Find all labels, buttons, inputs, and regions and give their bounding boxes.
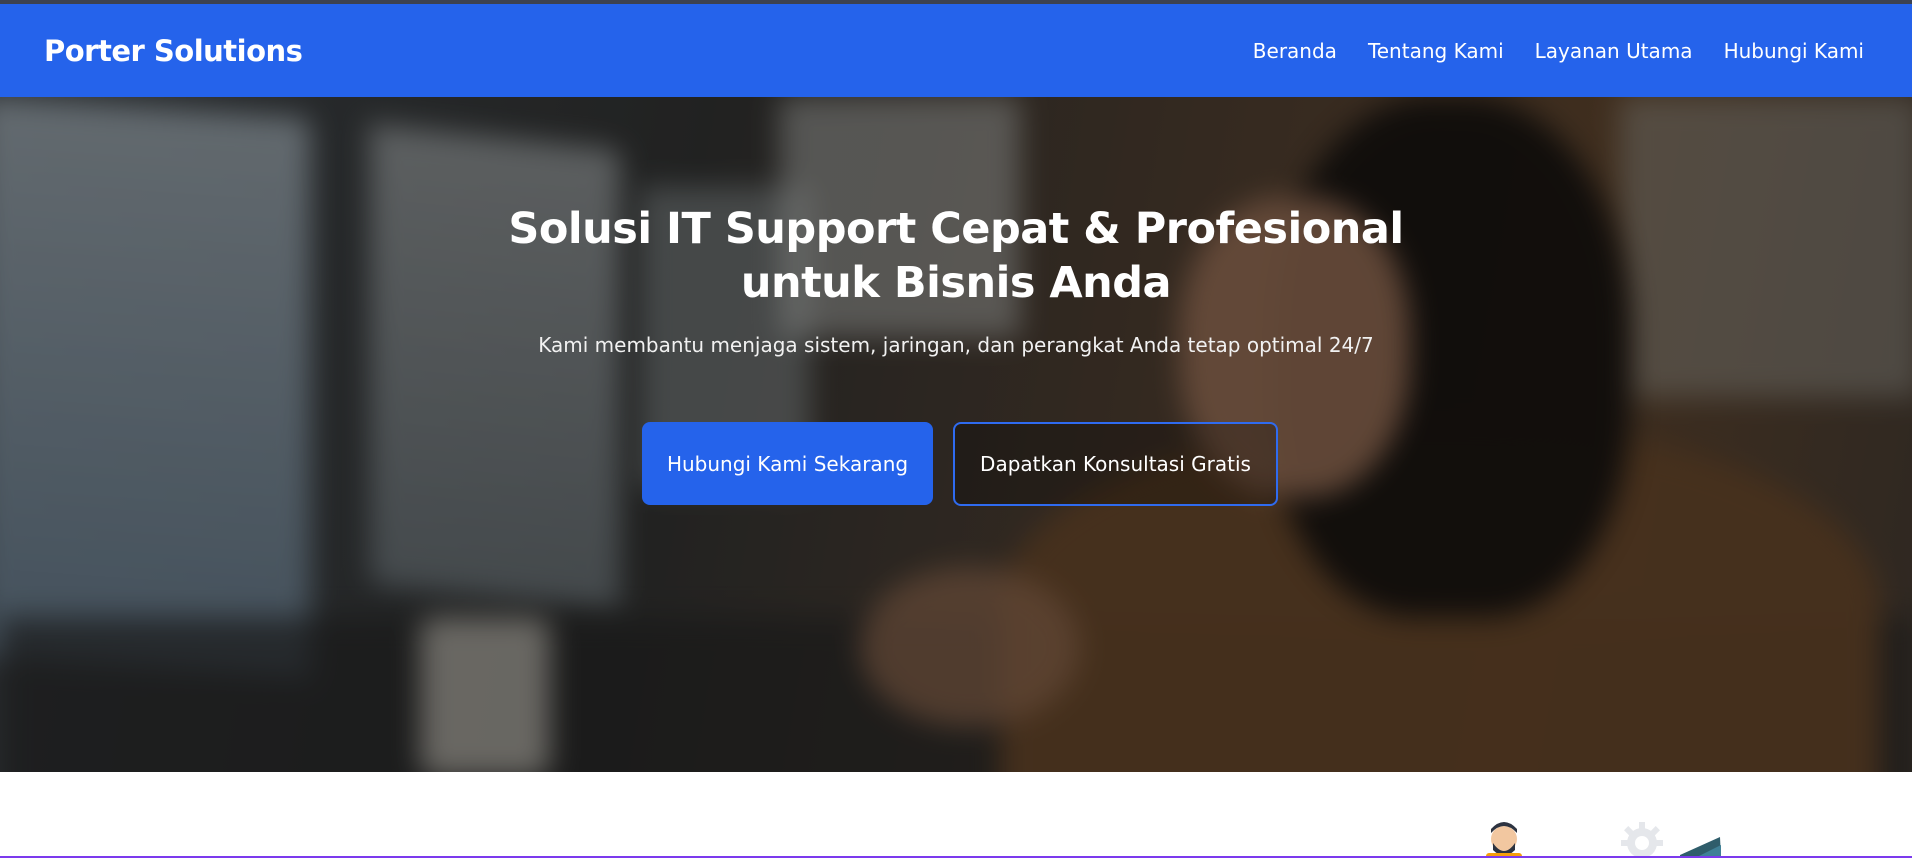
nav-link-hubungi-kami[interactable]: Hubungi Kami [1724,39,1864,63]
support-illustration [1486,822,1721,858]
hero-subtitle: Kami membantu menjaga sistem, jaringan, … [538,333,1374,357]
support-person-icon [1486,822,1522,858]
hero-title: Solusi IT Support Cepat & Profesional un… [456,202,1456,310]
nav-link-tentang-kami[interactable]: Tentang Kami [1368,39,1504,63]
hero-title-line-2: untuk Bisnis Anda [740,258,1172,308]
navbar: Porter Solutions Beranda Tentang Kami La… [0,4,1912,97]
hero-content: Solusi IT Support Cepat & Profesional un… [0,97,1912,772]
hero-section: Solusi IT Support Cepat & Profesional un… [0,97,1912,772]
chart-icon [1680,837,1721,858]
nav-link-beranda[interactable]: Beranda [1253,39,1337,63]
contact-now-button[interactable]: Hubungi Kami Sekarang [642,422,933,505]
free-consultation-button[interactable]: Dapatkan Konsultasi Gratis [953,422,1278,506]
gear-icon [1621,822,1663,858]
hero-title-line-1: Solusi IT Support Cepat & Profesional [508,204,1404,254]
nav-link-layanan-utama[interactable]: Layanan Utama [1535,39,1693,63]
next-section [0,772,1912,858]
main-nav: Beranda Tentang Kami Layanan Utama Hubun… [1253,39,1864,63]
brand-logo[interactable]: Porter Solutions [44,34,303,68]
